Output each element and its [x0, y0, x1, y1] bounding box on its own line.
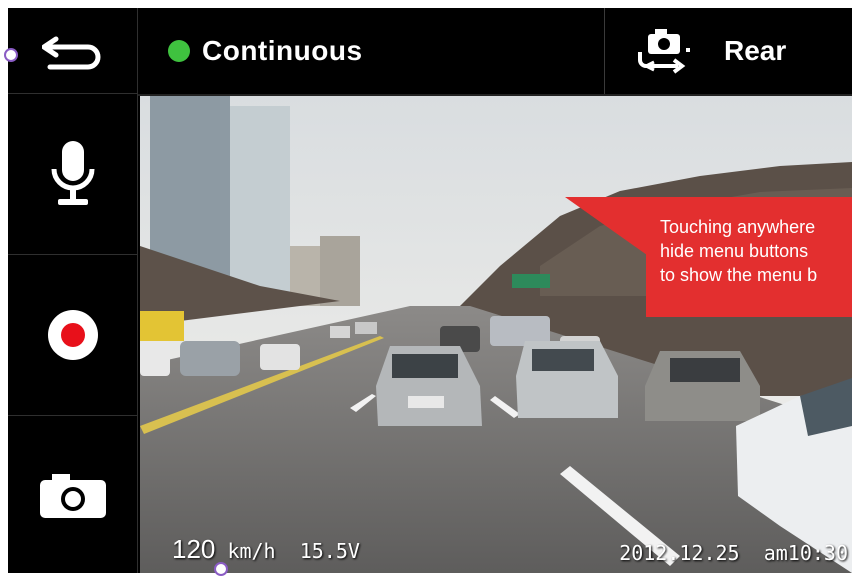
speed-voltage-readout: 120 km/h 15.5V: [172, 534, 360, 565]
annotation-marker: [4, 48, 18, 62]
microphone-icon: [51, 141, 94, 205]
top-bar: Continuous Rear: [138, 8, 852, 96]
tooltip-line-2: hide menu buttons: [660, 241, 809, 261]
annotation-marker: [214, 562, 228, 576]
voltage-value: 15.5V: [299, 539, 360, 563]
divider: [604, 8, 605, 94]
back-arrow-icon: [41, 36, 100, 69]
camera-icon: [39, 473, 106, 518]
record-icon: [47, 310, 98, 360]
mode-label: Continuous: [202, 35, 363, 66]
video-feed[interactable]: 120 km/h 15.5V 2012.12.25 am10:30: [140, 96, 852, 573]
speed-value: 120: [172, 534, 216, 564]
snapshot-button[interactable]: [8, 416, 138, 573]
road-scene: [140, 96, 852, 573]
sidebar: [8, 8, 138, 573]
record-button[interactable]: [8, 255, 138, 416]
camera-switch-icon: [638, 29, 690, 74]
camera-label: Rear: [724, 35, 787, 66]
date-value: 2012.12.25: [619, 541, 740, 565]
tooltip-line-1: Touching anywhere: [660, 217, 816, 237]
speed-unit: km/h: [227, 539, 276, 563]
datetime-readout: 2012.12.25 am10:30: [619, 541, 848, 565]
tooltip-pointer: [565, 197, 647, 255]
back-button[interactable]: [8, 8, 138, 94]
recording-mode[interactable]: Continuous: [168, 8, 363, 94]
tooltip-line-3: to show the menu b: [660, 265, 818, 285]
help-tooltip: Touching anywhere hide menu buttons to s…: [646, 197, 852, 317]
time-value: am10:30: [763, 541, 848, 565]
status-dot-icon: [168, 40, 190, 62]
camera-switch-button[interactable]: Rear: [624, 8, 852, 94]
voice-record-button[interactable]: [8, 94, 138, 255]
